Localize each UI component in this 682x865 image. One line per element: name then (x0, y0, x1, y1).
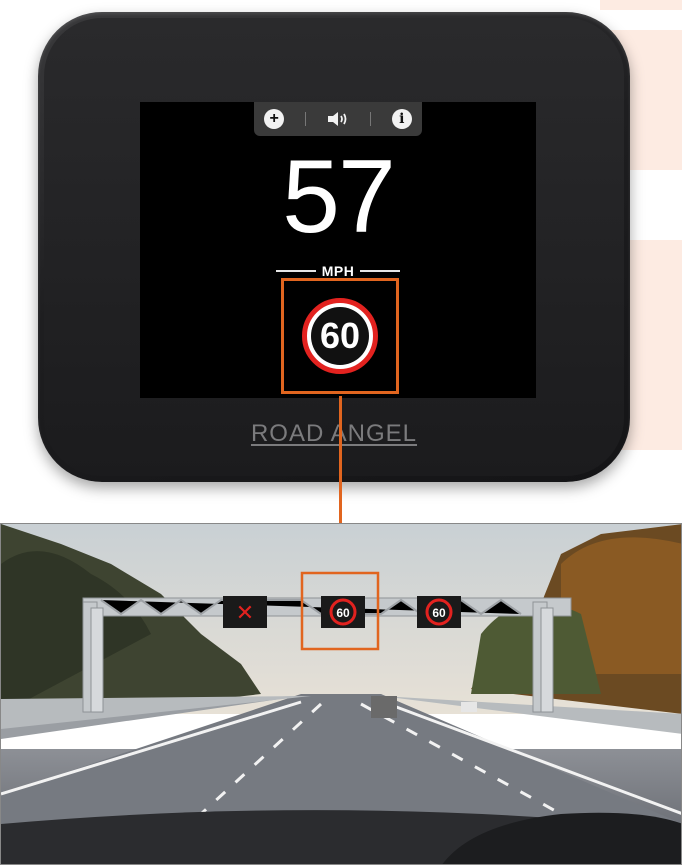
speed-limit-sign: 60 (302, 298, 378, 374)
unit-divider (276, 270, 316, 272)
gantry-speed-value: 60 (432, 606, 446, 620)
info-icon[interactable]: i (391, 109, 412, 129)
road-angel-device: + i 57 MPH 60 ROAD ANGEL (38, 12, 630, 482)
speed-unit: MPH (321, 263, 355, 279)
device-screen: + i 57 MPH 60 (140, 102, 536, 398)
unit-divider (360, 270, 400, 272)
speed-limit-value: 60 (311, 307, 369, 365)
gantry-speed-value: 60 (336, 606, 350, 620)
lane-closed-mark: ✕ (236, 601, 254, 626)
plus-icon[interactable]: + (264, 109, 285, 129)
speed-limit-highlight: 60 (281, 278, 399, 394)
background-shape (600, 0, 682, 10)
current-speed: 57 (282, 139, 396, 255)
toolbar-divider (304, 112, 306, 126)
speaker-icon[interactable] (326, 109, 350, 129)
toolbar-divider (370, 112, 372, 126)
brand-logo: ROAD ANGEL (250, 420, 418, 447)
screen-toolbar: + i (254, 102, 422, 136)
motorway-scene: ✕ 60 60 (1, 524, 681, 864)
motorway-photo: ✕ 60 60 (0, 523, 682, 865)
